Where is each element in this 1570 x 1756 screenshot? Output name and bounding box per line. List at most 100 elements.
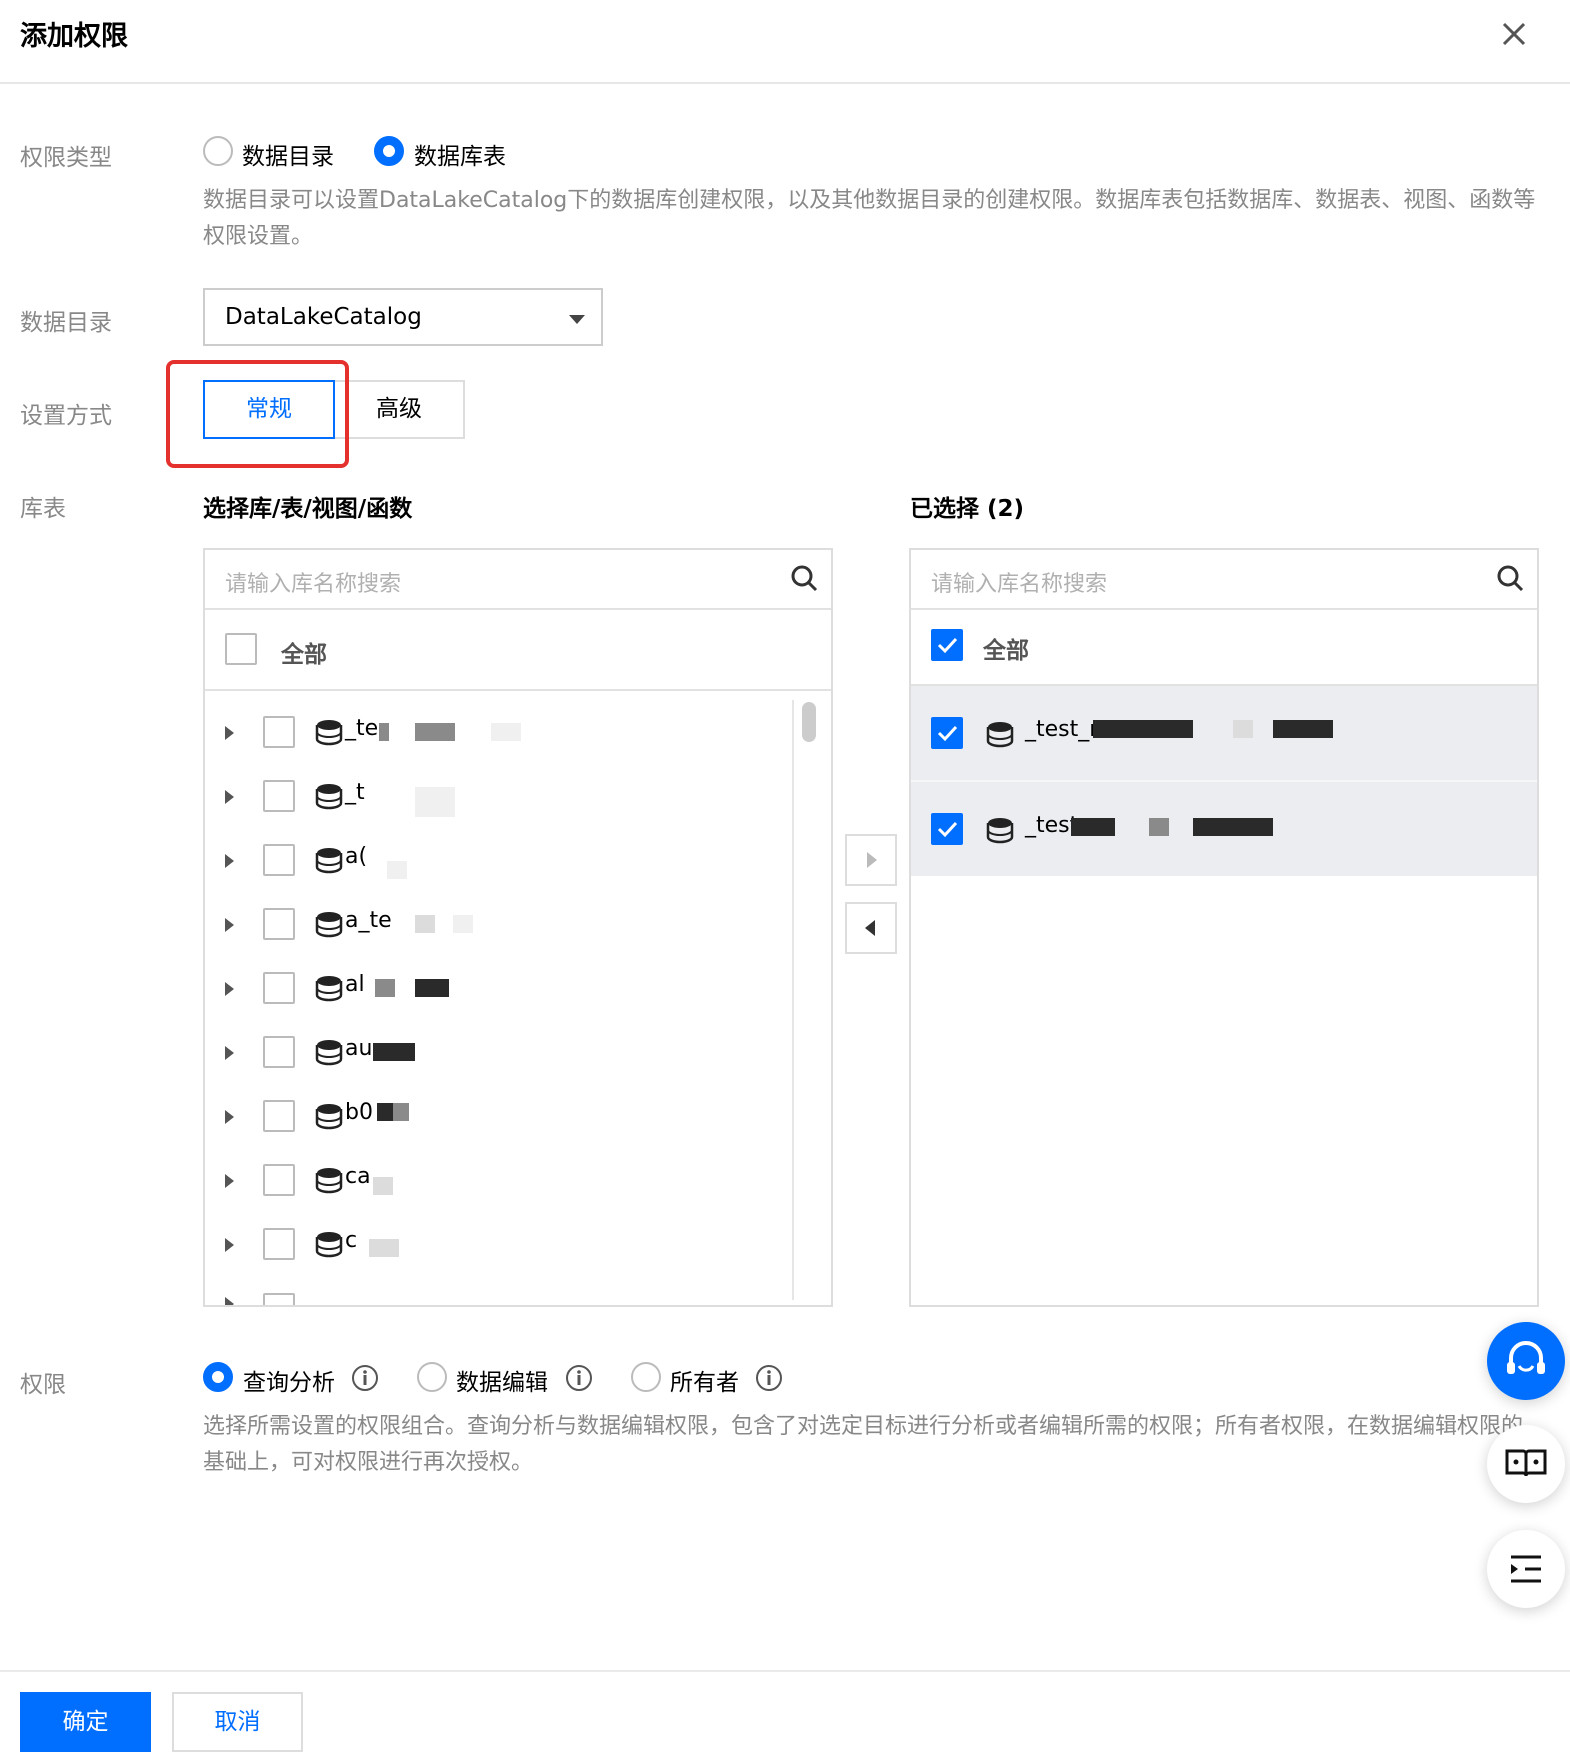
row-checkbox[interactable]: [263, 1164, 295, 1196]
row-checkbox[interactable]: [263, 1036, 295, 1068]
radio-owner[interactable]: [631, 1362, 661, 1392]
outline-icon: [1511, 1555, 1541, 1583]
redaction-block: [1273, 720, 1333, 738]
database-icon: [315, 784, 343, 810]
row-checkbox[interactable]: [931, 717, 963, 749]
tree-row[interactable]: a(: [205, 827, 795, 891]
check-icon: [937, 821, 958, 838]
right-search-bar[interactable]: 请输入库名称搜索: [911, 550, 1537, 610]
radio-data-edit-label[interactable]: 数据编辑: [456, 1363, 548, 1397]
book-icon: [1505, 1449, 1547, 1477]
arrow-left-icon: [865, 920, 875, 936]
selected-row[interactable]: _test_r: [911, 686, 1537, 780]
close-icon[interactable]: [1494, 14, 1534, 54]
radio-database-table-label[interactable]: 数据库表: [414, 137, 506, 171]
left-search-bar[interactable]: 请输入库名称搜索: [205, 550, 831, 610]
tree-row[interactable]: _te: [205, 699, 795, 763]
expand-arrow-icon[interactable]: [225, 1174, 234, 1188]
redaction-block: [1233, 720, 1253, 738]
redaction-block: [373, 1043, 415, 1061]
search-icon[interactable]: [789, 563, 819, 593]
info-icon[interactable]: [565, 1364, 593, 1392]
row-checkbox[interactable]: [263, 1293, 295, 1305]
docs-float-button[interactable]: [1487, 1425, 1565, 1503]
expand-arrow-icon[interactable]: [225, 982, 234, 996]
transfer-left-button[interactable]: [845, 902, 897, 954]
footer-divider: [0, 1670, 1570, 1672]
caret-down-icon: [569, 315, 585, 324]
row-checkbox[interactable]: [263, 1100, 295, 1132]
redaction-block: [415, 723, 455, 741]
redaction-block: [393, 1103, 409, 1121]
tree-row[interactable]: au: [205, 1019, 795, 1083]
expand-arrow-icon[interactable]: [225, 790, 234, 804]
radio-query-analysis[interactable]: [203, 1362, 233, 1392]
database-icon: [315, 848, 343, 874]
catalog-select[interactable]: DataLakeCatalog: [203, 288, 603, 346]
row-checkbox[interactable]: [263, 780, 295, 812]
row-checkbox[interactable]: [931, 813, 963, 845]
redaction-block: [1149, 818, 1169, 836]
radio-data-edit[interactable]: [417, 1362, 447, 1392]
tree-row-partial[interactable]: [205, 1275, 795, 1305]
redaction-block: [415, 979, 449, 997]
expand-arrow-icon[interactable]: [225, 1297, 234, 1305]
right-panel-title: 已选择 (2): [910, 496, 1025, 522]
tree-row[interactable]: c: [205, 1211, 795, 1275]
database-icon: [315, 720, 343, 746]
tree-row[interactable]: b0: [205, 1083, 795, 1147]
permission-type-label: 权限类型: [20, 145, 112, 171]
right-select-all-checkbox[interactable]: [931, 629, 963, 661]
radio-owner-label[interactable]: 所有者: [670, 1363, 739, 1397]
mode-advanced-button[interactable]: 高级: [335, 380, 465, 439]
row-checkbox[interactable]: [263, 1228, 295, 1260]
redaction-block: [377, 1103, 393, 1121]
right-selected-panel: 请输入库名称搜索 全部 _test_r _test: [909, 548, 1539, 1307]
database-icon: [986, 722, 1014, 748]
tree-row[interactable]: al: [205, 955, 795, 1019]
info-icon[interactable]: [755, 1364, 783, 1392]
info-icon[interactable]: [351, 1364, 379, 1392]
row-checkbox[interactable]: [263, 972, 295, 1004]
left-select-all-label[interactable]: 全部: [281, 635, 327, 669]
radio-database-table[interactable]: [374, 136, 404, 166]
permissions-label: 权限: [20, 1372, 66, 1398]
tree-row[interactable]: ca: [205, 1147, 795, 1211]
expand-arrow-icon[interactable]: [225, 1238, 234, 1252]
expand-arrow-icon[interactable]: [225, 918, 234, 932]
row-checkbox[interactable]: [263, 908, 295, 940]
row-name: b0: [345, 1100, 373, 1125]
left-scrollbar-thumb[interactable]: [802, 702, 816, 742]
radio-query-analysis-label[interactable]: 查询分析: [243, 1363, 335, 1397]
transfer-right-button[interactable]: [845, 834, 897, 886]
row-checkbox[interactable]: [263, 716, 295, 748]
expand-arrow-icon[interactable]: [225, 1110, 234, 1124]
tree-row[interactable]: a_te: [205, 891, 795, 955]
headset-icon: [1507, 1341, 1545, 1374]
radio-data-catalog-label[interactable]: 数据目录: [242, 137, 334, 171]
left-all-divider: [205, 689, 831, 691]
right-search-input[interactable]: 请输入库名称搜索: [931, 566, 1107, 598]
expand-arrow-icon[interactable]: [225, 726, 234, 740]
outline-float-button[interactable]: [1487, 1530, 1565, 1608]
tree-row[interactable]: _t: [205, 763, 795, 827]
redaction-block: [453, 915, 473, 933]
left-search-input[interactable]: 请输入库名称搜索: [225, 566, 401, 598]
expand-arrow-icon[interactable]: [225, 1046, 234, 1060]
left-select-all-checkbox[interactable]: [225, 633, 257, 665]
left-panel-title: 选择库/表/视图/函数: [203, 496, 413, 522]
cancel-button[interactable]: 取消: [172, 1692, 303, 1752]
selected-row[interactable]: _test: [911, 782, 1537, 876]
confirm-button[interactable]: 确定: [20, 1692, 151, 1752]
redaction-block: [491, 723, 521, 741]
radio-data-catalog[interactable]: [203, 136, 233, 166]
search-icon[interactable]: [1495, 563, 1525, 593]
expand-arrow-icon[interactable]: [225, 854, 234, 868]
database-icon: [315, 1040, 343, 1066]
database-icon: [315, 1168, 343, 1194]
support-float-button[interactable]: [1487, 1322, 1565, 1400]
row-checkbox[interactable]: [263, 844, 295, 876]
right-select-all-label[interactable]: 全部: [983, 631, 1029, 665]
left-scrollbar-track[interactable]: [792, 700, 818, 1300]
tables-label: 库表: [20, 496, 66, 522]
